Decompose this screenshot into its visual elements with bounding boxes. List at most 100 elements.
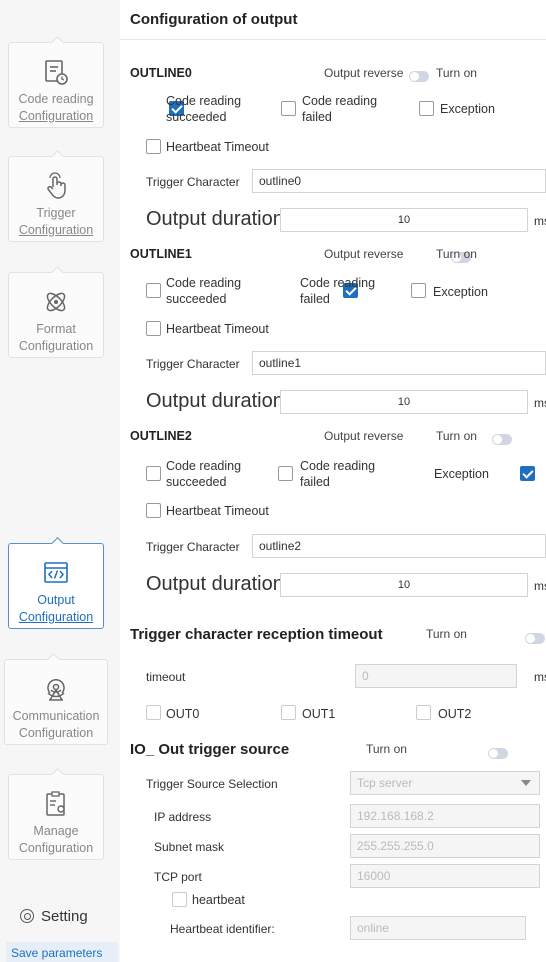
sidebar-item-trigger[interactable]: Trigger Configuration <box>8 156 104 242</box>
page-header: Configuration of output <box>120 0 546 40</box>
checkbox-label: Code reading failed <box>302 94 378 124</box>
subnet-mask-label: Subnet mask <box>154 840 225 854</box>
turn-on-label: Turn on <box>366 742 407 756</box>
checkbox-label: Exception <box>440 102 495 116</box>
trigger-character-input[interactable] <box>252 351 546 375</box>
chevron-down-icon <box>521 780 531 786</box>
output-duration-label: Output duration: <box>146 390 290 412</box>
outline2-title: OUTLINE2 <box>130 429 192 443</box>
code-reading-succeeded-checkbox[interactable] <box>146 283 161 298</box>
sidebar-label: Configuration <box>18 841 94 855</box>
sidebar-label: Communication <box>12 709 100 723</box>
checkbox-label: Code reading succeeded <box>166 94 242 124</box>
main-panel: Configuration of output OUTLINE0 Output … <box>120 0 546 962</box>
checkbox-label: Code reading succeeded <box>166 276 242 306</box>
heartbeat-identifier-input[interactable] <box>350 916 526 940</box>
checkbox-label: Code reading failed <box>300 459 376 489</box>
output-duration-input[interactable] <box>280 390 528 414</box>
outline1-title: OUTLINE1 <box>130 247 192 261</box>
sidebar-label: Configuration <box>18 610 94 624</box>
turn-on-label: Turn on <box>436 429 477 443</box>
checkbox-label: OUT0 <box>166 707 200 721</box>
gear-icon <box>20 909 34 923</box>
save-parameters-button[interactable]: Save parameters <box>6 942 118 962</box>
output-reverse-label: Output reverse <box>324 247 404 261</box>
setting-link[interactable]: Setting <box>20 908 88 925</box>
checkbox-label: Exception <box>434 467 489 481</box>
checkbox-label: Heartbeat Timeout <box>166 322 269 336</box>
unit-label: ms <box>534 670 546 684</box>
checkbox-label: Code reading succeeded <box>166 459 242 489</box>
sidebar-label: Configuration <box>18 726 94 740</box>
output-duration-label: Output duration: <box>146 573 290 595</box>
trigger-character-input[interactable] <box>252 534 546 558</box>
output-reverse-label: Output reverse <box>324 66 404 80</box>
checkbox-label: Code reading failed <box>300 276 376 306</box>
heartbeat-identifier-label: Heartbeat identifier: <box>170 922 275 936</box>
trigger-character-label: Trigger Character <box>146 175 240 189</box>
unit-label: ms <box>534 396 546 410</box>
manage-clipboard-icon <box>46 791 65 816</box>
code-reading-failed-checkbox[interactable] <box>281 101 296 116</box>
turn-on-label: Turn on <box>436 66 477 80</box>
io-trigger-toggle[interactable] <box>488 748 509 759</box>
trigger-source-select[interactable]: Tcp server <box>350 771 540 795</box>
sidebar-label: Format <box>36 322 76 336</box>
checkbox-label: OUT2 <box>438 707 472 721</box>
heartbeat-checkbox[interactable] <box>172 892 187 907</box>
setting-label: Setting <box>41 908 88 925</box>
code-reading-icon <box>45 60 68 85</box>
output-reverse-toggle[interactable] <box>409 71 429 82</box>
timeout-input[interactable] <box>355 664 517 688</box>
ip-address-input[interactable] <box>350 804 540 828</box>
sidebar-item-format[interactable]: Format Configuration <box>8 272 104 358</box>
output-reverse-toggle[interactable] <box>492 434 513 445</box>
heartbeat-timeout-checkbox[interactable] <box>146 321 161 336</box>
heartbeat-timeout-checkbox[interactable] <box>146 139 161 154</box>
out0-checkbox[interactable] <box>146 705 161 720</box>
checkbox-label: OUT1 <box>302 707 336 721</box>
output-duration-label: Output duration: <box>146 208 290 230</box>
turn-on-label: Turn on <box>436 247 477 261</box>
sidebar-label: Configuration <box>18 109 94 123</box>
format-atom-icon <box>46 292 66 312</box>
sidebar-item-communication[interactable]: Communication Configuration <box>4 659 108 745</box>
out1-checkbox[interactable] <box>281 705 296 720</box>
heartbeat-label: heartbeat <box>192 893 245 907</box>
sidebar-item-code-reading[interactable]: Code reading Configuration <box>8 42 104 128</box>
timeout-label: timeout <box>146 670 186 684</box>
output-duration-input[interactable] <box>280 573 528 597</box>
code-reading-succeeded-checkbox[interactable] <box>146 466 161 481</box>
sidebar-label: Manage <box>33 824 79 838</box>
sidebar-label: Output <box>37 593 75 607</box>
trigger-character-label: Trigger Character <box>146 540 240 554</box>
sidebar-item-manage[interactable]: Manage Configuration <box>8 774 104 860</box>
checkbox-label: Heartbeat Timeout <box>166 504 269 518</box>
exception-checkbox[interactable] <box>411 283 426 298</box>
checkbox-label: Exception <box>433 285 488 299</box>
sidebar-item-output[interactable]: Output Configuration <box>8 543 104 629</box>
exception-checkbox[interactable] <box>419 101 434 116</box>
io-trigger-source-title: IO_ Out trigger source <box>130 741 290 758</box>
sidebar-label: Code reading <box>18 92 94 106</box>
trigger-source-value: Tcp server <box>357 776 413 790</box>
trigger-source-selection-label: Trigger Source Selection <box>146 777 278 791</box>
antenna-icon <box>47 678 65 701</box>
trigger-character-input[interactable] <box>252 169 546 193</box>
subnet-mask-input[interactable] <box>350 834 540 858</box>
output-duration-input[interactable] <box>280 208 528 232</box>
heartbeat-timeout-checkbox[interactable] <box>146 503 161 518</box>
sidebar-label: Trigger <box>36 206 76 220</box>
reception-timeout-toggle[interactable] <box>525 633 546 644</box>
output-reverse-label: Output reverse <box>324 429 404 443</box>
ip-address-label: IP address <box>154 810 212 824</box>
sidebar-label: Configuration <box>18 339 94 353</box>
outline0-title: OUTLINE0 <box>130 66 192 80</box>
code-window-icon <box>44 562 68 583</box>
tcp-port-input[interactable] <box>350 864 540 888</box>
code-reading-failed-checkbox[interactable] <box>278 466 293 481</box>
exception-checkbox[interactable] <box>519 466 535 481</box>
unit-label: ms <box>534 579 546 593</box>
page-title: Configuration of output <box>130 11 298 28</box>
out2-checkbox[interactable] <box>416 705 431 720</box>
